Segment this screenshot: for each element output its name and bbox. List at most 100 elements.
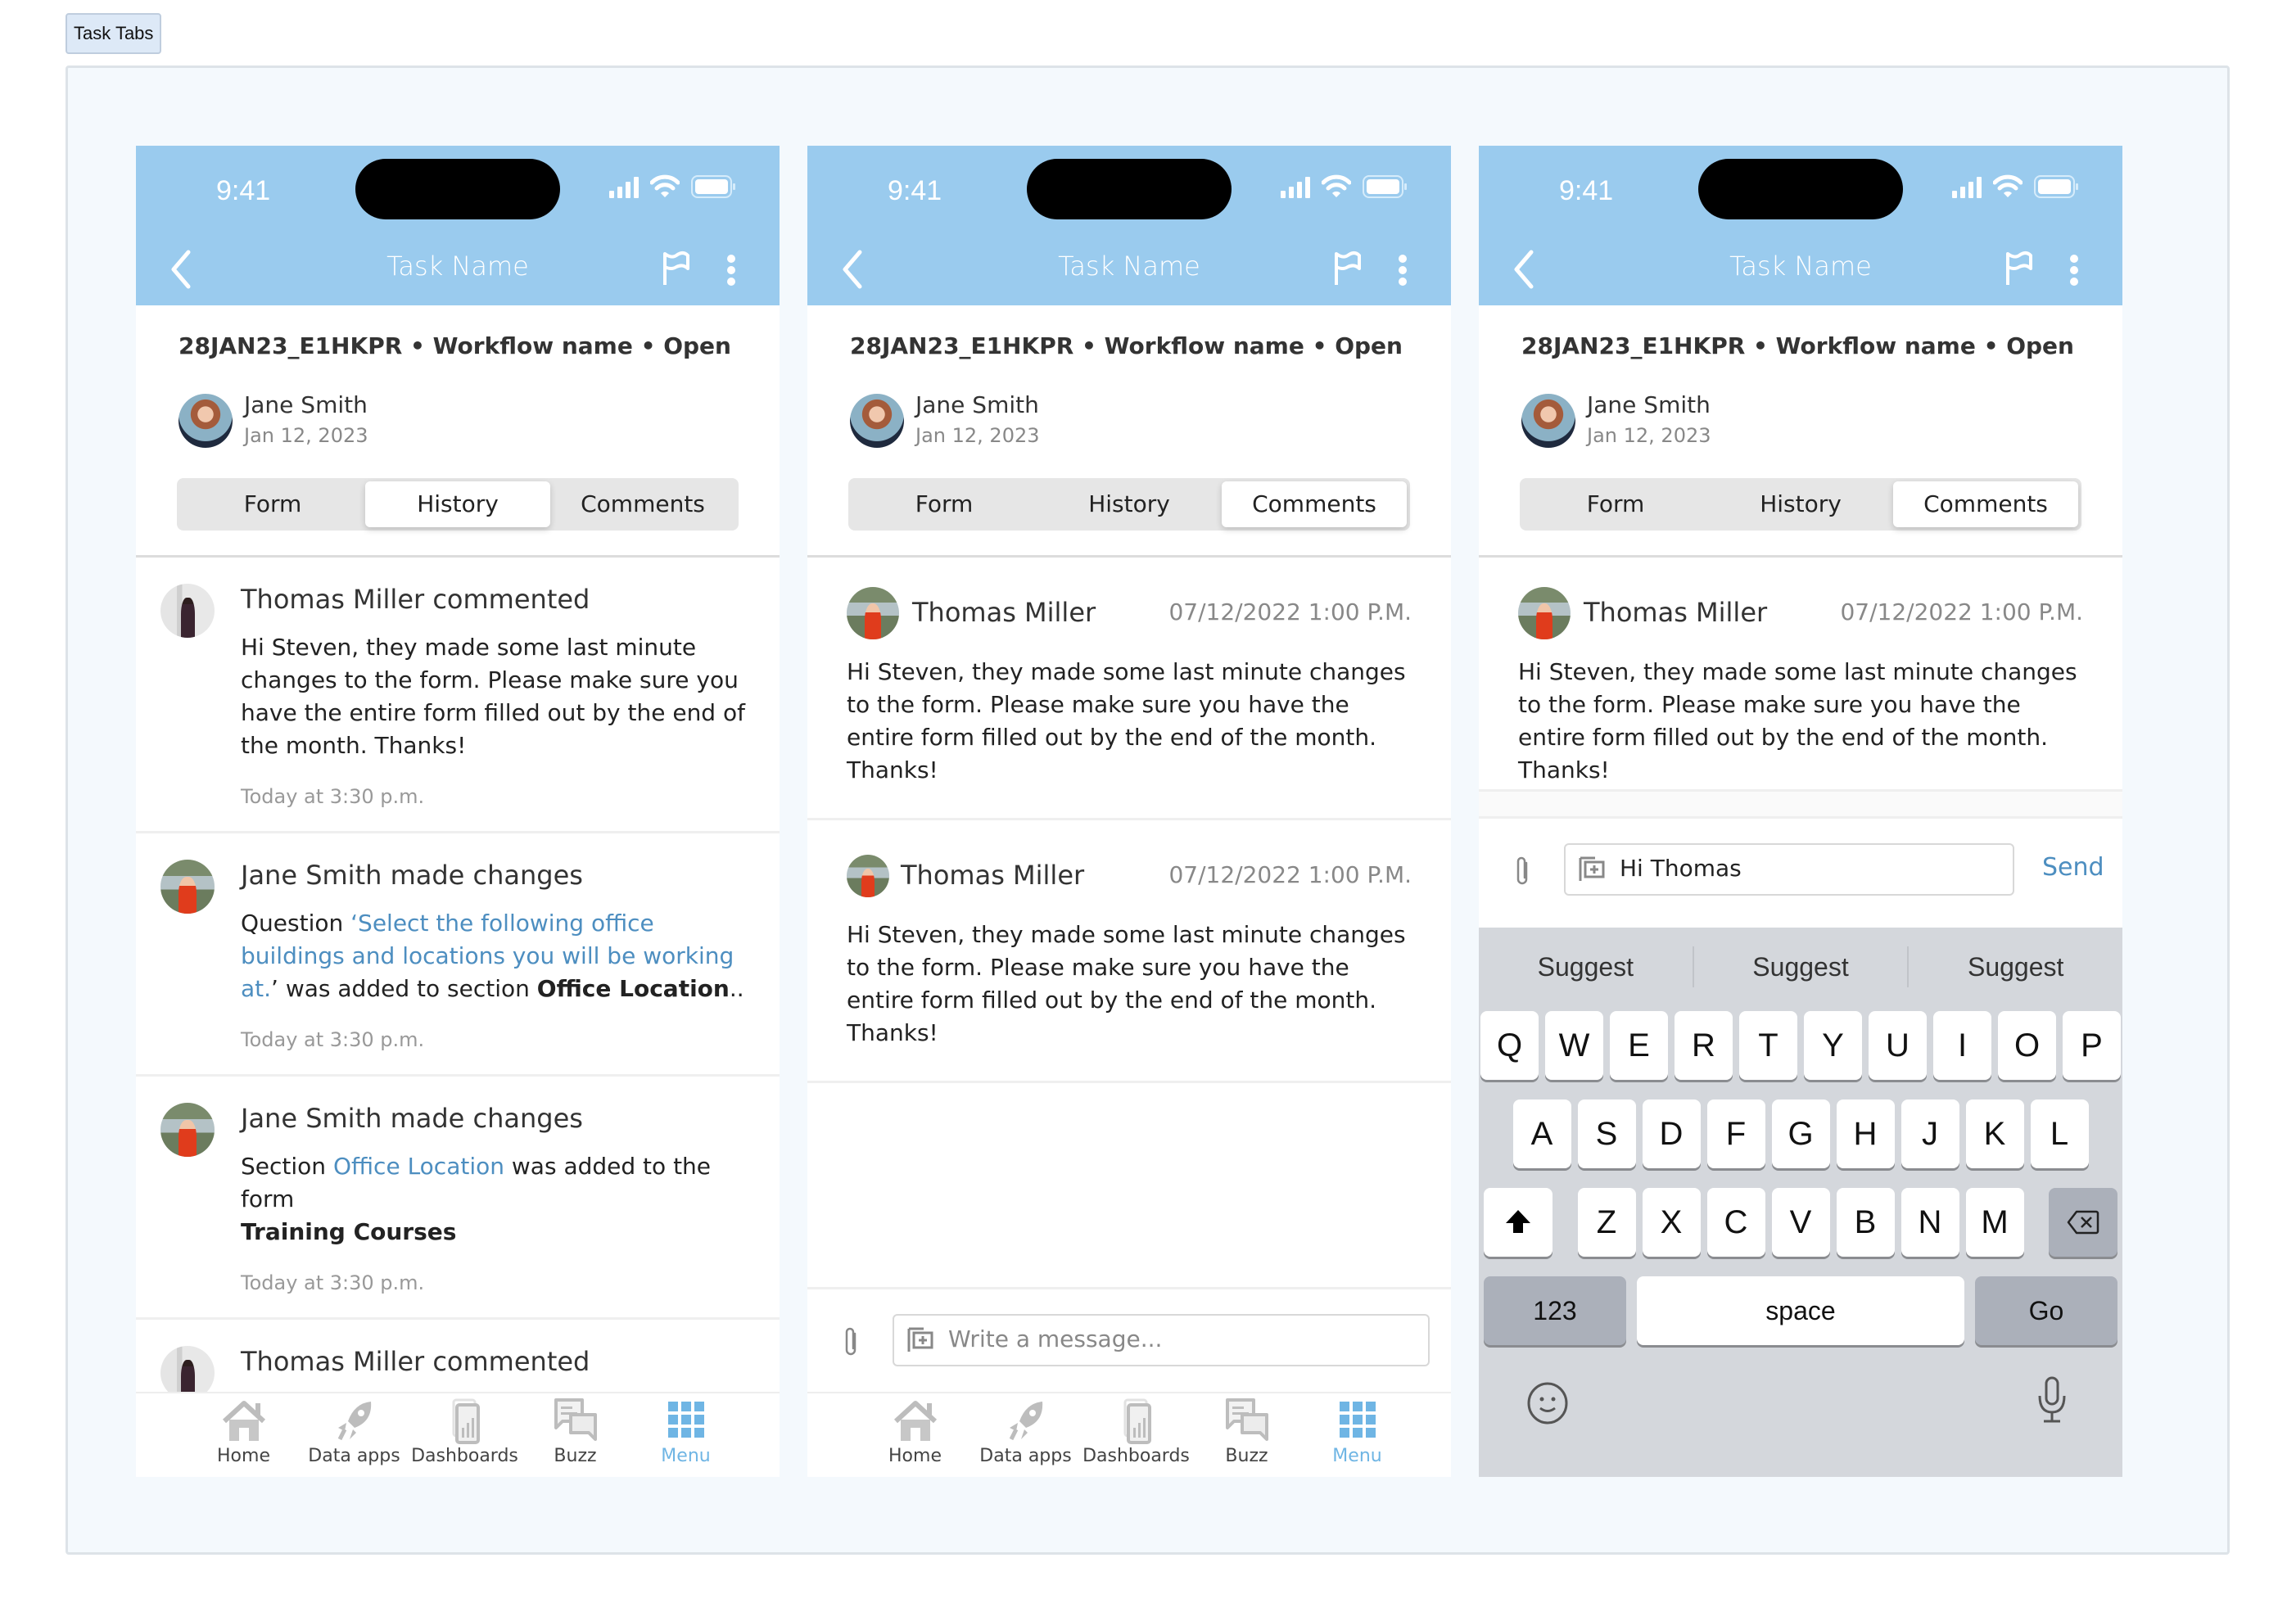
key-i[interactable]: I bbox=[1933, 1011, 1991, 1080]
tab-history[interactable]: History bbox=[1037, 481, 1222, 527]
message-input[interactable]: Hi Thomas bbox=[1564, 843, 2014, 896]
task-tabs: Form History Comments bbox=[177, 478, 739, 531]
nav-data-apps[interactable]: Data apps bbox=[299, 1393, 409, 1477]
key-w[interactable]: W bbox=[1545, 1011, 1603, 1080]
comment-author: Thomas Miller bbox=[901, 860, 1085, 891]
more-options-icon[interactable] bbox=[1397, 254, 1408, 287]
history-title: Thomas Miller commented bbox=[241, 584, 590, 615]
key-row-4: 123 space Go bbox=[1479, 1276, 2122, 1345]
suggestion[interactable]: Suggest bbox=[1694, 946, 1910, 987]
key-r[interactable]: R bbox=[1675, 1011, 1733, 1080]
key-m[interactable]: M bbox=[1965, 1188, 2024, 1257]
key-p[interactable]: P bbox=[2063, 1011, 2121, 1080]
section-link[interactable]: Office Location bbox=[333, 1153, 504, 1180]
add-comment-icon bbox=[907, 1327, 933, 1352]
tab-comments[interactable]: Comments bbox=[550, 481, 735, 527]
tab-comments[interactable]: Comments bbox=[1222, 481, 1407, 527]
key-q[interactable]: Q bbox=[1480, 1011, 1539, 1080]
nav-buzz[interactable]: Buzz bbox=[1191, 1393, 1302, 1477]
paperclip-icon[interactable] bbox=[842, 1325, 860, 1358]
phone-history-screen: 9:41 Task Name 28JAN23_E1HKPR • Workflow… bbox=[136, 146, 780, 1477]
app-header: 9:41 Task Name bbox=[1479, 146, 2122, 305]
key-n[interactable]: N bbox=[1901, 1188, 1959, 1257]
shift-key[interactable] bbox=[1484, 1188, 1553, 1257]
history-list: Thomas Miller commented Hi Steven, they … bbox=[136, 558, 780, 1416]
key-h[interactable]: H bbox=[1836, 1099, 1895, 1168]
section-name: Office Location bbox=[536, 975, 730, 1002]
battery-icon bbox=[1363, 175, 1407, 198]
tab-form[interactable]: Form bbox=[852, 481, 1037, 527]
tab-comments[interactable]: Comments bbox=[1893, 481, 2078, 527]
suggestion[interactable]: Suggest bbox=[1479, 946, 1694, 987]
add-comment-icon bbox=[1579, 856, 1605, 881]
more-options-icon[interactable] bbox=[725, 254, 737, 287]
numbers-key[interactable]: 123 bbox=[1484, 1276, 1626, 1345]
key-t[interactable]: T bbox=[1739, 1011, 1797, 1080]
history-item: Thomas Miller commented Hi Steven, they … bbox=[136, 558, 780, 833]
body-text: .. bbox=[729, 975, 744, 1002]
tab-form[interactable]: Form bbox=[180, 481, 365, 527]
nav-buzz[interactable]: Buzz bbox=[520, 1393, 630, 1477]
submitter-date: Jan 12, 2023 bbox=[1587, 424, 1711, 447]
key-d[interactable]: D bbox=[1642, 1099, 1701, 1168]
nav-dashboards[interactable]: Dashboards bbox=[1081, 1393, 1191, 1477]
flag-icon[interactable] bbox=[662, 251, 691, 287]
key-g[interactable]: G bbox=[1771, 1099, 1830, 1168]
tab-form[interactable]: Form bbox=[1523, 481, 1708, 527]
bottom-nav: Home Data apps Dashboards Buzz Menu bbox=[136, 1392, 780, 1477]
key-z[interactable]: Z bbox=[1577, 1188, 1636, 1257]
canvas-label: Task Tabs bbox=[66, 13, 162, 54]
suggestion[interactable]: Suggest bbox=[1909, 946, 2122, 987]
key-b[interactable]: B bbox=[1836, 1188, 1895, 1257]
message-input[interactable]: Write a message... bbox=[893, 1314, 1430, 1366]
key-o[interactable]: O bbox=[1998, 1011, 2056, 1080]
nav-data-apps[interactable]: Data apps bbox=[970, 1393, 1081, 1477]
rocket-icon bbox=[337, 1402, 371, 1441]
key-a[interactable]: A bbox=[1512, 1099, 1571, 1168]
phone-comments-screen: 9:41 Task Name 28JAN23_E1HKPR • Workflow… bbox=[807, 146, 1451, 1477]
letter-keys: ZXCVBNM bbox=[1577, 1188, 2024, 1257]
nav-menu[interactable]: Menu bbox=[630, 1393, 741, 1477]
history-time: Today at 3:30 p.m. bbox=[241, 1271, 425, 1294]
tab-history[interactable]: History bbox=[365, 481, 550, 527]
comment-date: 07/12/2022 1:00 P.M. bbox=[1168, 861, 1412, 888]
send-button[interactable]: Send bbox=[2042, 853, 2104, 882]
go-key[interactable]: Go bbox=[1975, 1276, 2117, 1345]
dashboard-icon bbox=[1123, 1398, 1151, 1444]
paperclip-icon[interactable] bbox=[1513, 855, 1531, 887]
more-options-icon[interactable] bbox=[2068, 254, 2080, 287]
key-s[interactable]: S bbox=[1577, 1099, 1636, 1168]
dynamic-island bbox=[355, 159, 560, 219]
delete-key[interactable] bbox=[2049, 1188, 2117, 1257]
key-y[interactable]: Y bbox=[1804, 1011, 1862, 1080]
nav-menu[interactable]: Menu bbox=[1302, 1393, 1412, 1477]
submitter-date: Jan 12, 2023 bbox=[915, 424, 1040, 447]
bottom-nav: Home Data apps Dashboards Buzz Menu bbox=[807, 1392, 1451, 1477]
history-time: Today at 3:30 p.m. bbox=[241, 1028, 425, 1051]
key-c[interactable]: C bbox=[1706, 1188, 1765, 1257]
nav-home[interactable]: Home bbox=[860, 1393, 970, 1477]
key-x[interactable]: X bbox=[1642, 1188, 1701, 1257]
key-e[interactable]: E bbox=[1610, 1011, 1668, 1080]
key-u[interactable]: U bbox=[1869, 1011, 1927, 1080]
microphone-icon[interactable] bbox=[2036, 1376, 2068, 1425]
key-j[interactable]: J bbox=[1901, 1099, 1959, 1168]
nav-home[interactable]: Home bbox=[188, 1393, 299, 1477]
comment-item: Thomas Miller 07/12/2022 1:00 P.M. Hi St… bbox=[807, 820, 1451, 1083]
key-k[interactable]: K bbox=[1965, 1099, 2024, 1168]
tab-history[interactable]: History bbox=[1708, 481, 1893, 527]
status-time: 9:41 bbox=[888, 175, 942, 206]
home-icon bbox=[893, 1401, 937, 1441]
space-key[interactable]: space bbox=[1637, 1276, 1964, 1345]
comment-body: Hi Steven, they made some last minute ch… bbox=[1518, 658, 2077, 783]
signal-icon bbox=[609, 177, 639, 198]
nav-dashboards[interactable]: Dashboards bbox=[409, 1393, 520, 1477]
flag-icon[interactable] bbox=[1333, 251, 1363, 287]
key-row-3: ZXCVBNM bbox=[1479, 1188, 2122, 1257]
flag-icon[interactable] bbox=[2004, 251, 2034, 287]
key-v[interactable]: V bbox=[1771, 1188, 1830, 1257]
form-name: Training Courses bbox=[241, 1218, 457, 1245]
key-f[interactable]: F bbox=[1706, 1099, 1765, 1168]
emoji-icon[interactable] bbox=[1526, 1381, 1569, 1425]
key-l[interactable]: L bbox=[2030, 1099, 2089, 1168]
